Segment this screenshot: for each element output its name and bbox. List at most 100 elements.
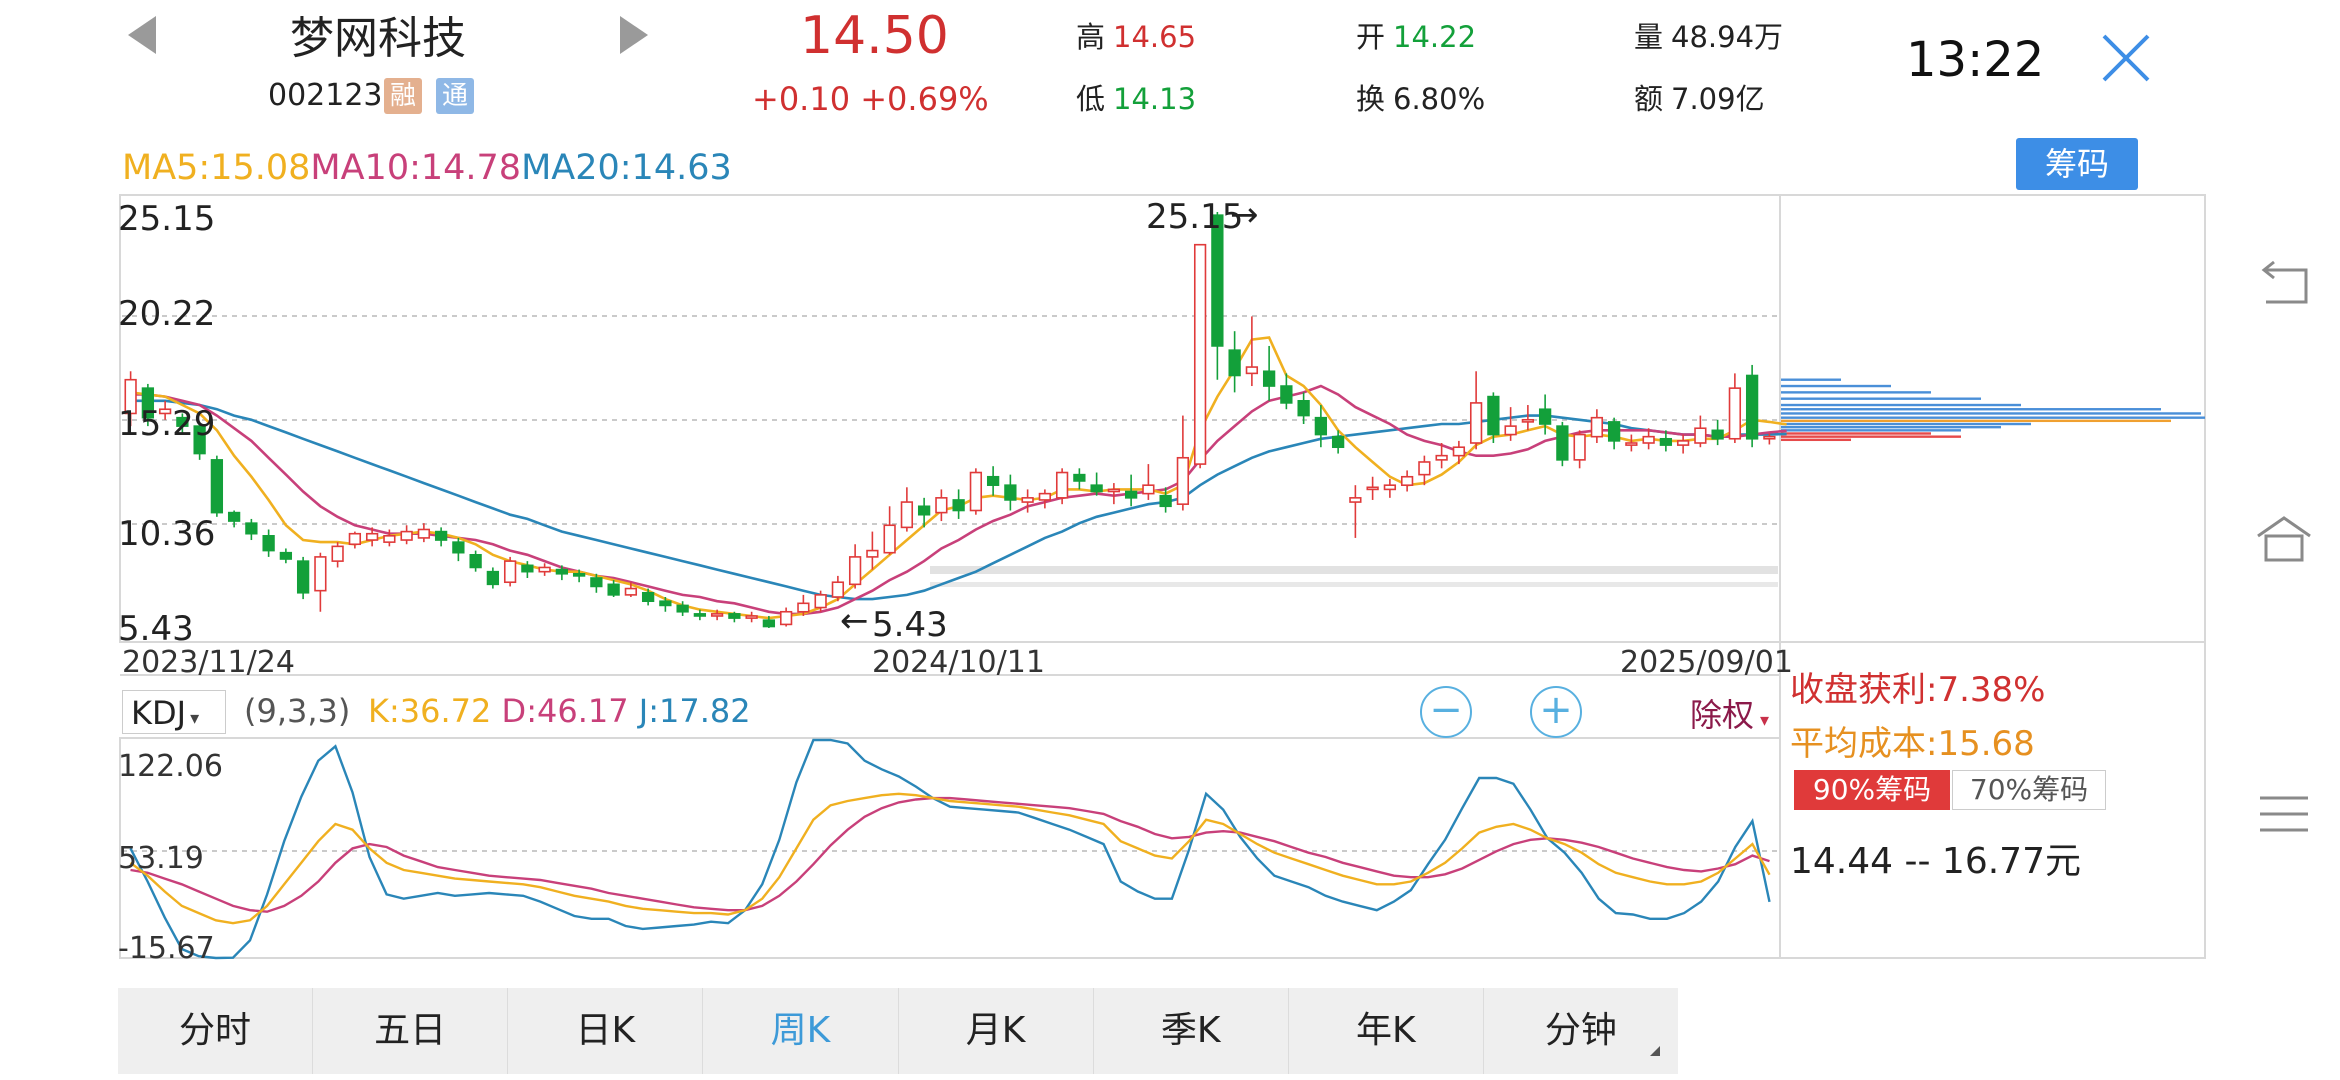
candle-down [1280,385,1293,404]
candle-up [935,497,948,514]
tab-minutes[interactable]: 分钟 [1484,988,1678,1074]
candle-up [400,530,413,541]
tab-monthly-k[interactable]: 月K [899,988,1094,1074]
chip-bar [1781,432,1931,435]
candle-down [762,619,776,628]
home-icon[interactable] [2252,510,2316,570]
price-grid [122,315,1778,587]
candle-up [1383,484,1397,491]
clock-time: 13:22 [1906,32,2045,88]
candle-up [1763,435,1776,440]
candle-up [1728,387,1742,440]
date-end: 2025/09/01 [1620,645,1793,680]
candle-down [245,522,258,535]
candle-up [314,556,327,592]
tab-quarterly-k[interactable]: 季K [1094,988,1289,1074]
chip-bar [1781,412,2201,415]
zoom-in-icon[interactable]: + [1530,686,1582,738]
candle-up [331,545,344,562]
candle-down [469,553,482,569]
open-price: 开 14.22 [1356,14,1476,56]
candle-up [866,549,879,558]
chip-bar [1781,384,1891,388]
candle-down [607,583,620,596]
candle-up [1142,484,1155,495]
price-change: +0.10 +0.69% [752,80,989,118]
turnover-label: 换 [1356,82,1386,116]
chip-90-tab[interactable]: 90%筹码 [1794,770,1950,810]
low-value: 14.13 [1113,82,1197,116]
tab-five-day[interactable]: 五日 [313,988,509,1074]
candle-down [641,591,655,603]
zoom-out-icon[interactable]: − [1420,686,1472,738]
amount: 额 7.09亿 [1634,76,1765,118]
menu-icon[interactable] [2252,784,2316,844]
chip-70-tab[interactable]: 70%筹码 [1952,770,2106,810]
date-start: 2023/11/24 [122,645,295,680]
candle-up [848,556,862,586]
candle-down [917,505,931,516]
price-axis-max: 25.15 [118,199,215,239]
tab-weekly-k[interactable]: 周K [703,988,899,1074]
support-band [930,566,1778,574]
chip-price-range: 14.44 -- 16.77元 [1790,841,2081,882]
indicator-select[interactable]: KDJ ▾ [122,690,226,734]
candle-up [1107,488,1121,493]
candle-down [227,511,241,522]
kdj-params: (9,3,3) [244,692,351,730]
high-label: 高 [1076,20,1106,54]
close-icon[interactable] [2098,30,2154,86]
kdj-k-value: K:36.72 [368,692,492,730]
candle-down [1004,484,1017,501]
candle-down [296,560,310,594]
candle-up [745,615,758,619]
high-value: 14.65 [1113,20,1197,54]
connect-tag: 通 [436,78,474,114]
candle-down [1331,435,1345,449]
tab-minute-chart[interactable]: 分时 [118,988,314,1074]
previous-stock-arrow-icon[interactable] [122,10,162,60]
candle-down [1124,490,1138,499]
candle-up [1418,461,1431,476]
price-axis-4: 10.36 [118,514,215,554]
chip-button[interactable]: 筹码 [2016,138,2138,190]
candle-down [693,613,707,617]
kdj-axis-min: -15.67 [118,931,215,966]
kdj-j-value: J:17.82 [638,692,751,730]
max-price-annotation: 25.15 [1146,197,1243,237]
back-icon[interactable] [2252,256,2316,316]
tab-daily-k[interactable]: 日K [508,988,704,1074]
candle-down [434,530,448,541]
ma-lines [130,336,1787,620]
candle-up [1400,475,1414,486]
candle-down [1297,400,1310,417]
candle-up [883,524,896,554]
kdj-d-value: D:46.17 [501,692,629,730]
candle-up [1366,486,1379,491]
turnover-value: 6.80% [1393,82,1486,116]
candle-up [624,587,638,596]
rights-adjust-select[interactable]: 除权 ▾ [1690,690,1769,736]
candle-down [555,568,569,575]
next-stock-arrow-icon[interactable] [614,10,654,60]
stock-code: 002123 [268,78,383,113]
chip-bar [1781,429,1961,432]
chip-bar [1781,422,2031,426]
chip-bar [1781,403,2021,407]
candle-down [676,604,689,613]
tab-yearly-k[interactable]: 年K [1289,988,1484,1074]
price-chart-frame[interactable] [119,194,1781,643]
max-arrow: → [1230,195,1259,235]
candle-up [1021,497,1034,503]
dropdown-caret-icon: ▾ [190,708,200,729]
chip-bar [1781,378,1841,381]
candle-down [952,499,965,512]
candle-down [521,564,534,573]
candle-up [538,566,551,573]
amount-value: 7.09亿 [1671,82,1765,116]
candle-down [486,570,500,586]
open-label: 开 [1356,20,1386,54]
candle-down [590,577,603,588]
candle-down [1090,484,1103,493]
candle-up [1590,416,1604,438]
